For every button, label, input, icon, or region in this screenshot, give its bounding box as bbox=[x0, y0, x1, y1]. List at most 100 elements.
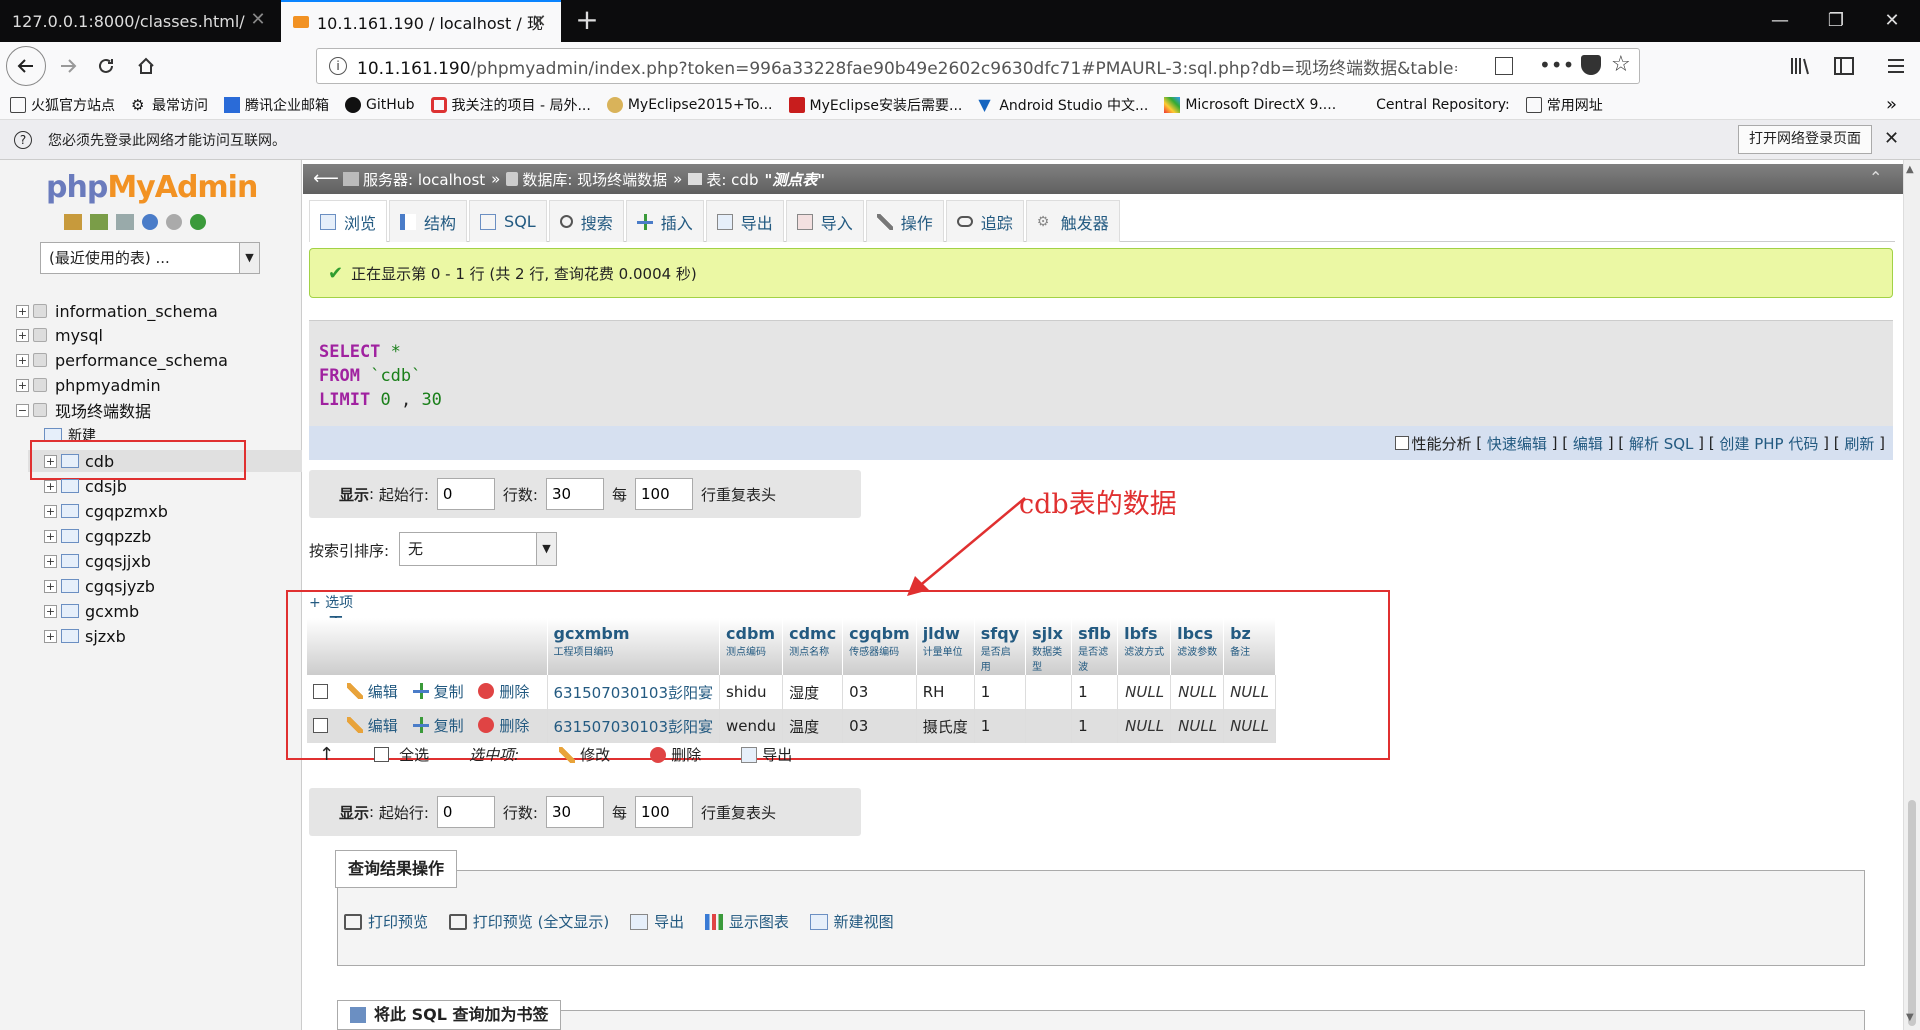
collapse-top-icon[interactable]: ⌃ bbox=[1869, 168, 1882, 187]
close-tab-icon[interactable]: ✕ bbox=[529, 12, 549, 32]
select-all-checkbox[interactable] bbox=[374, 747, 390, 762]
tab-tracking[interactable]: 追踪 bbox=[945, 200, 1024, 242]
column-header[interactable]: lbcs 滤波参数 bbox=[1170, 618, 1225, 675]
cell-jldw[interactable]: RH bbox=[916, 675, 975, 709]
tree-db-information-schema[interactable]: + information_schema bbox=[16, 300, 218, 322]
tree-table-gcxmb[interactable]: + gcxmb bbox=[44, 600, 139, 622]
expand-icon[interactable]: + bbox=[44, 554, 57, 568]
bookmark-item[interactable]: ▼ Android Studio 中文... bbox=[978, 95, 1148, 115]
cell-bz[interactable]: NULL bbox=[1223, 675, 1276, 709]
bookmark-item[interactable]: MyEclipse安装后需要... bbox=[788, 95, 962, 115]
delete-row-button[interactable]: 删除 bbox=[478, 715, 529, 736]
tab-insert[interactable]: 插入 bbox=[625, 200, 704, 242]
rows-input[interactable] bbox=[545, 796, 604, 828]
tree-table-cdsjb[interactable]: + cdsjb bbox=[44, 475, 127, 497]
cell-cdbm[interactable]: shidu bbox=[719, 675, 784, 709]
tab-operations[interactable]: 操作 bbox=[865, 200, 944, 242]
print-preview-full-button[interactable]: 打印预览 (全文显示) bbox=[448, 911, 609, 932]
breadcrumb-table[interactable]: 表: cdb bbox=[706, 169, 758, 190]
settings-icon[interactable] bbox=[166, 214, 182, 230]
phpmyadmin-logo[interactable]: phpMyAdmin bbox=[46, 170, 258, 205]
edit-link[interactable]: 编辑 bbox=[1573, 433, 1603, 454]
close-bar-icon[interactable]: ✕ bbox=[1884, 128, 1899, 149]
maximize-icon[interactable]: ❐ bbox=[1808, 0, 1864, 42]
tree-table-cgqpzzb[interactable]: + cgqpzzb bbox=[44, 525, 151, 547]
profiling-checkbox[interactable] bbox=[1395, 436, 1410, 450]
cell-lbcs[interactable]: NULL bbox=[1170, 709, 1225, 743]
repeat-every-input[interactable] bbox=[635, 796, 693, 828]
collapse-nav-icon[interactable]: ⟵ bbox=[313, 168, 339, 189]
tree-table-sjzxb[interactable]: + sjzxb bbox=[44, 625, 126, 647]
print-preview-button[interactable]: 打印预览 bbox=[344, 911, 428, 932]
delete-row-button[interactable]: 删除 bbox=[478, 681, 529, 702]
bulk-modify-button[interactable]: 修改 bbox=[559, 744, 610, 765]
tree-table-cgqpzmxb[interactable]: + cgqpzmxb bbox=[44, 500, 168, 522]
column-header[interactable]: cdmc 测点名称 bbox=[782, 618, 844, 675]
column-header[interactable]: cdbm 测点编码 bbox=[719, 618, 784, 675]
bookmarks-overflow-icon[interactable]: » bbox=[1886, 94, 1897, 115]
column-header[interactable]: jldw 计量单位 bbox=[916, 618, 975, 675]
tree-db-performance-schema[interactable]: + performance_schema bbox=[16, 349, 228, 371]
scroll-down-icon[interactable]: ▼ bbox=[1906, 1012, 1914, 1023]
edit-row-button[interactable]: 编辑 bbox=[346, 715, 398, 736]
cell-lbfs[interactable]: NULL bbox=[1117, 675, 1172, 709]
sidebar-toggle-icon[interactable] bbox=[1826, 48, 1862, 84]
minimize-icon[interactable]: — bbox=[1752, 0, 1808, 42]
new-tab-button[interactable]: + bbox=[570, 4, 604, 38]
expand-icon[interactable]: + bbox=[16, 353, 29, 367]
bookmark-item[interactable]: 我关注的项目 - 局外... bbox=[430, 95, 591, 115]
cell-sflb[interactable]: 1 bbox=[1071, 709, 1119, 743]
column-header[interactable]: bz 备注 bbox=[1223, 618, 1276, 675]
info-icon[interactable]: i bbox=[329, 57, 347, 75]
pocket-icon[interactable] bbox=[1581, 55, 1601, 75]
vertical-scrollbar[interactable]: ▲ ▼ bbox=[1903, 160, 1920, 1030]
export-results-button[interactable]: 导出 bbox=[630, 911, 684, 932]
select-all-label[interactable]: 全选 bbox=[399, 744, 429, 765]
cell-gcxmbm[interactable]: 631507030103彭阳宴 bbox=[547, 675, 721, 709]
column-header[interactable]: sfqy 是否启用 bbox=[974, 618, 1027, 675]
bookmark-star-icon[interactable]: ☆ bbox=[1611, 52, 1631, 77]
cell-sjlx[interactable] bbox=[1025, 675, 1073, 709]
cell-lbcs[interactable]: NULL bbox=[1170, 675, 1225, 709]
explain-sql-link[interactable]: 解析 SQL bbox=[1629, 433, 1693, 454]
tree-db-mysql[interactable]: + mysql bbox=[16, 324, 103, 346]
edit-row-button[interactable]: 编辑 bbox=[346, 681, 398, 702]
column-header[interactable]: cgqbm 传感器编码 bbox=[842, 618, 917, 675]
rows-input[interactable] bbox=[545, 478, 604, 510]
repeat-every-input[interactable] bbox=[635, 478, 693, 510]
cell-sflb[interactable]: 1 bbox=[1071, 675, 1119, 709]
cell-bz[interactable]: NULL bbox=[1223, 709, 1276, 743]
bookmark-item[interactable]: 腾讯企业邮箱 bbox=[224, 95, 329, 115]
scrollbar-thumb[interactable] bbox=[1908, 800, 1916, 1026]
cell-sjlx[interactable] bbox=[1025, 709, 1073, 743]
cell-sfqy[interactable]: 1 bbox=[974, 675, 1027, 709]
create-php-link[interactable]: 创建 PHP 代码 bbox=[1719, 433, 1818, 454]
browser-tab-2[interactable]: 10.1.161.190 / localhost / 现 ✕ bbox=[281, 0, 561, 42]
recent-tables-select[interactable]: (最近使用的表) ... ▼ bbox=[40, 242, 260, 274]
collapse-icon[interactable]: − bbox=[16, 403, 29, 417]
column-header[interactable]: lbfs 滤波方式 bbox=[1117, 618, 1172, 675]
expand-icon[interactable]: + bbox=[44, 629, 57, 643]
tab-structure[interactable]: 结构 bbox=[389, 200, 468, 242]
close-tab-icon[interactable]: ✕ bbox=[248, 10, 268, 30]
copy-row-button[interactable]: 复制 bbox=[412, 715, 464, 736]
tree-db-phpmyadmin[interactable]: + phpmyadmin bbox=[16, 374, 161, 396]
display-chart-button[interactable]: 显示图表 bbox=[704, 911, 789, 932]
start-row-input[interactable] bbox=[436, 796, 495, 828]
sql-query-code[interactable]: SELECT * FROM `cdb` LIMIT 0 , 30 bbox=[319, 340, 442, 412]
home-button[interactable] bbox=[128, 48, 164, 84]
copy-row-button[interactable]: 复制 bbox=[412, 681, 464, 702]
browser-tab-1[interactable]: 127.0.0.1:8000/classes.html/ ✕ bbox=[0, 0, 280, 42]
cell-cgqbm[interactable]: 03 bbox=[842, 675, 917, 709]
tab-triggers[interactable]: ⚙ 触发器 bbox=[1025, 200, 1120, 242]
cell-cdmc[interactable]: 温度 bbox=[782, 709, 844, 743]
cell-cdbm[interactable]: wendu bbox=[719, 709, 784, 743]
tree-table-cgqsjjxb[interactable]: + cgqsjjxb bbox=[44, 550, 151, 572]
scroll-up-icon[interactable]: ▲ bbox=[1906, 164, 1914, 175]
sort-by-index-select[interactable]: 无 ▼ bbox=[399, 532, 557, 566]
cell-gcxmbm[interactable]: 631507030103彭阳宴 bbox=[547, 709, 721, 743]
tree-db-current[interactable]: − 现场终端数据 bbox=[16, 399, 151, 421]
tab-browse[interactable]: 浏览 bbox=[309, 200, 388, 242]
menu-icon[interactable] bbox=[1878, 48, 1914, 84]
expand-icon[interactable]: + bbox=[16, 328, 29, 342]
